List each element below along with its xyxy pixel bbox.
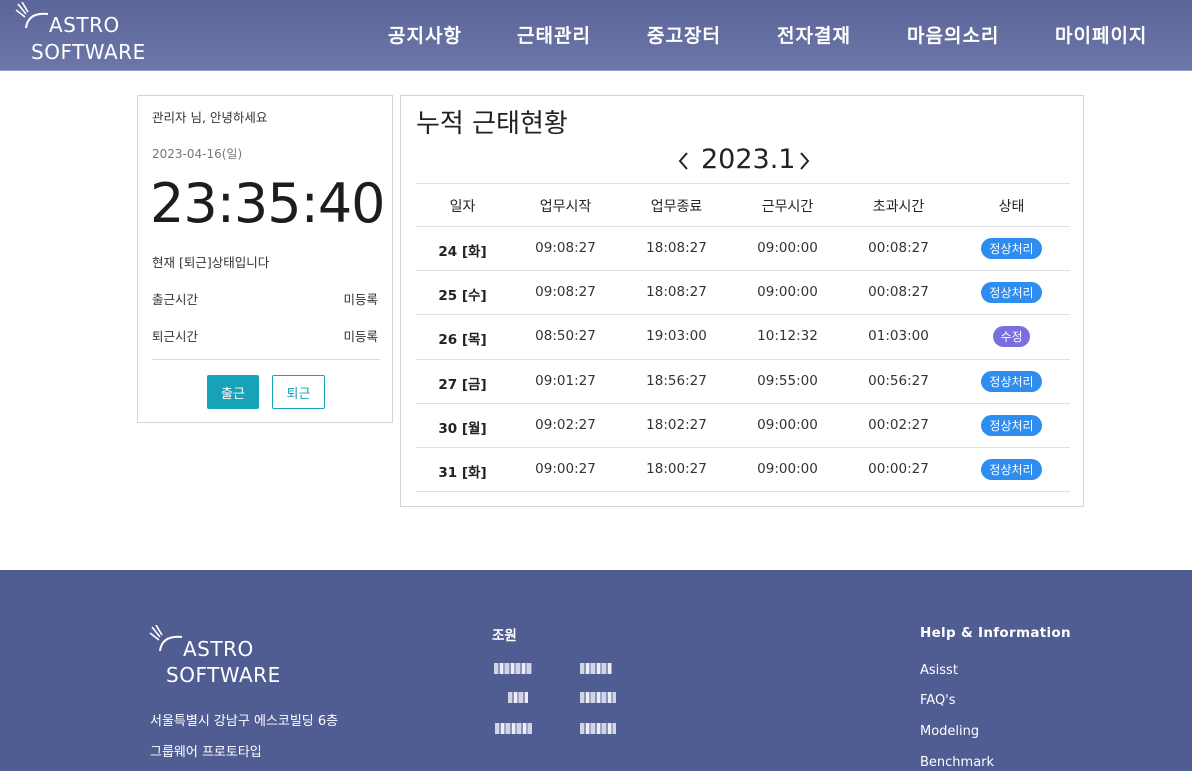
status-badge[interactable]: 정상처리	[981, 238, 1042, 259]
main-nav: 공지사항 근태관리 중고장터 전자결재 마음의소리 마이페이지	[0, 21, 1192, 51]
table-row: 26 [목] 08:50:27 19:03:00 10:12:32 01:03:00 수정	[416, 315, 1070, 360]
attendance-card: 누적 근태현황 2023.1 일자 업무시작 업무종료 근무시간 초과시간 상태…	[400, 95, 1084, 507]
help-title: Help & Information	[920, 625, 1071, 641]
cell-work: 10:12:32	[757, 328, 818, 345]
check-out-value: 미등록	[343, 329, 378, 344]
cell-start: 09:02:27	[535, 416, 596, 433]
check-in-button[interactable]: 출근	[207, 375, 259, 409]
check-out-button[interactable]: 퇴근	[272, 375, 325, 409]
table-row: 27 [금] 09:01:27 18:56:27 09:55:00 00:56:27 정상…	[416, 360, 1070, 404]
check-in-value: 미등록	[343, 292, 378, 307]
check-out-label: 퇴근시간	[152, 329, 199, 344]
help-link-assist[interactable]: Asisst	[920, 663, 958, 678]
project-name: 그룹웨어 프로토타입	[150, 745, 262, 760]
cell-end: 18:08:27	[646, 240, 707, 256]
cell-work: 09:00:00	[757, 416, 818, 433]
team-member-redacted	[494, 663, 532, 674]
cell-date: 31 [화]	[438, 464, 487, 481]
nav-mypage[interactable]: 마이페이지	[1055, 21, 1147, 48]
cell-date: 30 [월]	[438, 420, 487, 437]
greeting-text: 관리자 님, 안녕하세요	[152, 110, 268, 125]
cell-start: 09:08:27	[535, 240, 596, 256]
cell-work: 09:55:00	[757, 372, 818, 389]
cell-end: 19:03:00	[646, 328, 707, 345]
team-member-redacted	[580, 692, 616, 703]
cell-over: 00:08:27	[868, 284, 929, 301]
table-row: 30 [월] 09:02:27 18:02:27 09:00:00 00:02:27 정상…	[416, 404, 1070, 448]
table-row: 31 [화] 09:00:27 18:00:27 09:00:00 00:00:27 정상…	[416, 448, 1070, 493]
live-clock: 23:35:40	[150, 172, 386, 235]
user-status-card: 관리자 님, 안녕하세요 2023-04-16(일) 23:35:40 현재 […	[137, 95, 393, 423]
current-month: 2023.1	[701, 144, 796, 175]
cell-date: 25 [수]	[438, 288, 487, 305]
divider	[152, 359, 380, 360]
cell-start: 09:00:27	[535, 460, 596, 477]
col-end: 업무종료	[650, 199, 703, 215]
team-member-redacted	[580, 663, 612, 674]
cell-over: 00:08:27	[868, 240, 929, 256]
footer-logo: ASTRO SOFTWARE	[148, 622, 281, 687]
team-title: 조원	[492, 628, 517, 644]
nav-attendance[interactable]: 근태관리	[517, 21, 591, 48]
cell-end: 18:08:27	[646, 284, 707, 301]
team-member-redacted	[508, 692, 528, 703]
cell-start: 09:08:27	[535, 284, 596, 301]
chevron-left-icon[interactable]	[673, 149, 695, 173]
cell-start: 09:01:27	[535, 372, 596, 389]
cell-over: 00:56:27	[868, 372, 929, 389]
cell-over: 00:00:27	[868, 460, 929, 477]
cell-date: 26 [목]	[438, 332, 487, 349]
cell-end: 18:00:27	[646, 460, 707, 477]
cell-date: 24 [화]	[438, 244, 487, 260]
site-header: ASTRO SOFTWARE 공지사항 근태관리 중고장터 전자결재 마음의소리…	[0, 0, 1192, 71]
status-badge[interactable]: 정상처리	[981, 414, 1042, 436]
team-member-redacted	[495, 723, 532, 734]
col-over: 초과시간	[872, 199, 925, 215]
nav-market[interactable]: 중고장터	[647, 21, 721, 48]
chevron-right-icon[interactable]	[793, 149, 815, 173]
status-badge[interactable]: 수정	[993, 326, 1030, 348]
table-row: 25 [수] 09:08:27 18:08:27 09:00:00 00:08:27 정상…	[416, 271, 1070, 316]
table-row: 24 [화] 09:08:27 18:08:27 09:00:00 00:08:27 정상…	[416, 227, 1070, 272]
status-badge[interactable]: 정상처리	[981, 282, 1042, 304]
cell-work: 09:00:00	[757, 460, 818, 477]
nav-voice[interactable]: 마음의소리	[907, 21, 999, 48]
team-member-redacted	[580, 723, 616, 734]
company-address: 서울특별시 강남구 에스코빌딩 6층	[150, 714, 339, 729]
status-badge[interactable]: 정상처리	[981, 370, 1042, 392]
cell-work: 09:00:00	[757, 240, 818, 256]
col-work: 근무시간	[761, 199, 814, 215]
table-body: 24 [화] 09:08:27 18:08:27 09:00:00 00:08:27 정상…	[416, 227, 1070, 493]
cell-over: 00:02:27	[868, 416, 929, 433]
current-date: 2023-04-16(일)	[152, 147, 243, 161]
cell-start: 08:50:27	[535, 328, 596, 345]
cell-work: 09:00:00	[757, 284, 818, 301]
help-link-faq[interactable]: FAQ's	[920, 693, 956, 708]
col-status: 상태	[998, 199, 1025, 215]
work-status-text: 현재 [퇴근]상태입니다	[152, 255, 270, 270]
attendance-title: 누적 근태현황	[416, 109, 568, 139]
logo-swoosh-icon	[149, 625, 183, 652]
status-badge[interactable]: 정상처리	[981, 458, 1042, 480]
check-in-label: 출근시간	[152, 292, 199, 307]
footer-logo-astro: ASTRO	[183, 637, 254, 661]
col-date: 일자	[449, 199, 476, 215]
cell-end: 18:56:27	[646, 372, 707, 389]
footer-logo-software: SOFTWARE	[166, 663, 281, 687]
col-start: 업무시작	[539, 199, 592, 215]
table-header-row: 일자 업무시작 업무종료 근무시간 초과시간 상태	[416, 183, 1070, 227]
nav-notice[interactable]: 공지사항	[388, 21, 462, 48]
cell-end: 18:02:27	[646, 416, 707, 433]
cell-over: 01:03:00	[868, 328, 929, 345]
help-link-modeling[interactable]: Modeling	[920, 724, 979, 739]
site-footer: ASTRO SOFTWARE 서울특별시 강남구 에스코빌딩 6층 그룹웨어 프…	[0, 570, 1192, 771]
attendance-table: 일자 업무시작 업무종료 근무시간 초과시간 상태 24 [화] 09:08:27…	[416, 183, 1070, 493]
month-navigator: 2023.1	[401, 144, 1085, 178]
cell-date: 27 [금]	[438, 376, 487, 393]
help-link-benchmark[interactable]: Benchmark	[920, 755, 994, 770]
nav-approval[interactable]: 전자결재	[777, 21, 851, 48]
